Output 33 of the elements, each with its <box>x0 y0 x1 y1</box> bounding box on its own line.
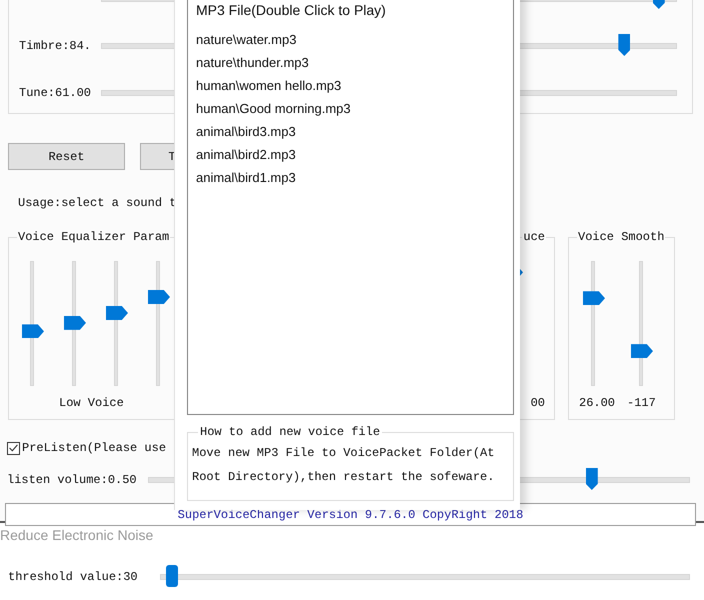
slider-thumb[interactable] <box>64 316 86 330</box>
group-title: Voice Smooth <box>577 230 666 244</box>
slider-thumb[interactable] <box>166 565 178 587</box>
slider-value: -117 <box>627 396 656 410</box>
group-title: uce <box>522 230 546 244</box>
version-text: SuperVoiceChanger Version 9.7.6.0 CopyRight 2018 <box>178 508 524 522</box>
slider-label: Timbre:84. <box>19 39 92 53</box>
action-button[interactable]: Reset <box>8 143 125 170</box>
slider-label: listen volume:0.50 <box>7 473 138 487</box>
slider-thumb[interactable] <box>618 34 630 56</box>
slider-value: 00 <box>530 396 545 410</box>
slider-value: 26.00 <box>579 396 616 410</box>
file-item[interactable]: human\women hello.mp3 <box>196 74 513 97</box>
list-header: MP3 File(Double Click to Play) <box>196 2 387 20</box>
slider-label: Tune:61.00 <box>19 86 92 100</box>
slider-thumb[interactable] <box>586 468 598 490</box>
slider-thumb[interactable] <box>22 324 44 338</box>
slider-thumb[interactable] <box>106 306 128 320</box>
checkbox[interactable] <box>7 442 20 454</box>
group-caption: Low Voice <box>59 396 125 410</box>
checkbox-label: PreListen(Please use <box>22 441 166 455</box>
help-title: How to add new voice file <box>199 425 382 439</box>
group-title: Voice Equalizer Param <box>17 230 170 244</box>
help-text: Move new MP3 File to VoicePacket Folder(At Root Directory),then restart the sofeware. <box>192 445 496 486</box>
slider-thumb[interactable] <box>148 290 170 304</box>
slider-thumb[interactable] <box>631 344 653 358</box>
slider-thumb[interactable] <box>583 291 605 306</box>
section-title: Reduce Electronic Noise <box>0 527 154 545</box>
file-item[interactable]: human\Good morning.mp3 <box>196 97 513 120</box>
file-item[interactable]: nature\thunder.mp3 <box>196 51 513 74</box>
slider-label: threshold value:30 <box>8 570 139 584</box>
file-item[interactable]: nature\water.mp3 <box>196 28 513 51</box>
file-item[interactable]: animal\bird3.mp3 <box>196 120 513 143</box>
